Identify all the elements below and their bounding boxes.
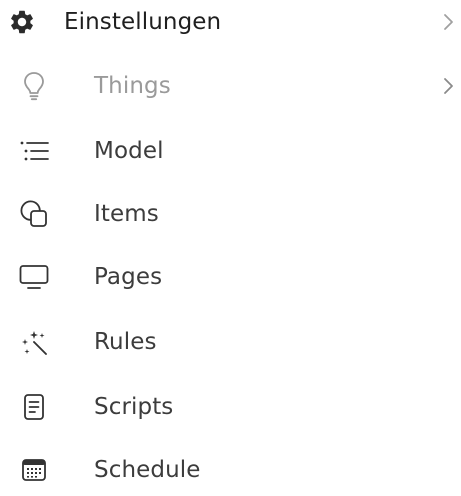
menu-item-scripts[interactable]: Scripts: [0, 381, 461, 433]
menu-item-label: Schedule: [94, 457, 201, 483]
document-icon: [18, 391, 50, 423]
menu-item-rules[interactable]: Rules: [0, 316, 461, 368]
gear-icon: [6, 6, 38, 38]
menu-item-label: Items: [94, 201, 159, 227]
menu-item-things[interactable]: Things: [0, 60, 461, 112]
menu-item-label: Rules: [94, 329, 157, 355]
menu-item-label: Things: [94, 73, 171, 99]
menu-item-model[interactable]: Model: [0, 125, 461, 177]
calendar-icon: [18, 454, 50, 486]
chevron-right-icon: [444, 78, 453, 94]
menu-item-label: Scripts: [94, 394, 174, 420]
menu-item-label: Einstellungen: [64, 9, 222, 35]
menu-item-label: Model: [94, 138, 164, 164]
lightbulb-icon: [18, 70, 50, 102]
menu-item-label: Pages: [94, 264, 163, 290]
magic-wand-icon: [18, 326, 50, 358]
items-shapes-icon: [18, 198, 50, 230]
menu-item-schedule[interactable]: Schedule: [0, 444, 461, 496]
menu-item-pages[interactable]: Pages: [0, 251, 461, 303]
menu-item-einstellungen[interactable]: Einstellungen: [0, 0, 461, 48]
list-icon: [18, 135, 50, 167]
chevron-right-icon: [444, 14, 453, 30]
settings-menu: Einstellungen Things Model Items Pages R…: [0, 0, 461, 486]
menu-item-items[interactable]: Items: [0, 188, 461, 240]
monitor-icon: [18, 261, 50, 293]
